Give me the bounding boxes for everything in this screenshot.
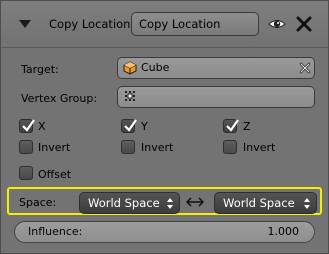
- x-label: X: [38, 120, 46, 133]
- y-checkbox[interactable]: [121, 119, 137, 133]
- invert-y-checkbox[interactable]: [121, 140, 135, 154]
- offset-checkbox[interactable]: [19, 166, 33, 180]
- influence-value: 1.000: [267, 225, 300, 238]
- dropdown-arrows-icon: [304, 198, 310, 209]
- invert-x-checkbox[interactable]: [19, 140, 33, 154]
- owner-space-value: World Space: [88, 196, 160, 210]
- invert-y-label: Invert: [141, 141, 174, 154]
- invert-z-checkbox[interactable]: [223, 140, 237, 154]
- dropdown-arrows-icon: [167, 198, 173, 209]
- z-checkbox[interactable]: [223, 119, 239, 133]
- constraint-type-label: Copy Location: [49, 17, 131, 31]
- vertex-group-label: Vertex Group:: [21, 92, 98, 105]
- z-label: Z: [243, 120, 251, 133]
- vertex-group-icon: [123, 89, 137, 103]
- invert-x-label: Invert: [38, 141, 71, 154]
- space-label: Space:: [19, 196, 57, 209]
- owner-space-dropdown[interactable]: World Space: [79, 192, 180, 214]
- clear-target-icon[interactable]: [298, 61, 312, 75]
- target-label: Target:: [21, 63, 59, 76]
- invert-z-label: Invert: [243, 141, 276, 154]
- close-icon[interactable]: [294, 14, 314, 34]
- target-space-value: World Space: [223, 196, 295, 210]
- collapse-triangle-icon[interactable]: [19, 20, 31, 28]
- x-checkbox[interactable]: [19, 119, 35, 133]
- influence-label: Influence:: [28, 225, 83, 238]
- vertex-group-field[interactable]: [117, 86, 315, 108]
- swap-arrows-icon: [185, 195, 205, 209]
- constraint-name-field[interactable]: Copy Location: [131, 12, 259, 36]
- eye-icon[interactable]: [267, 14, 287, 34]
- target-space-dropdown[interactable]: World Space: [214, 192, 317, 214]
- offset-label: Offset: [38, 168, 72, 181]
- y-label: Y: [141, 120, 148, 133]
- target-value: Cube: [141, 61, 170, 74]
- cube-icon: [123, 61, 137, 75]
